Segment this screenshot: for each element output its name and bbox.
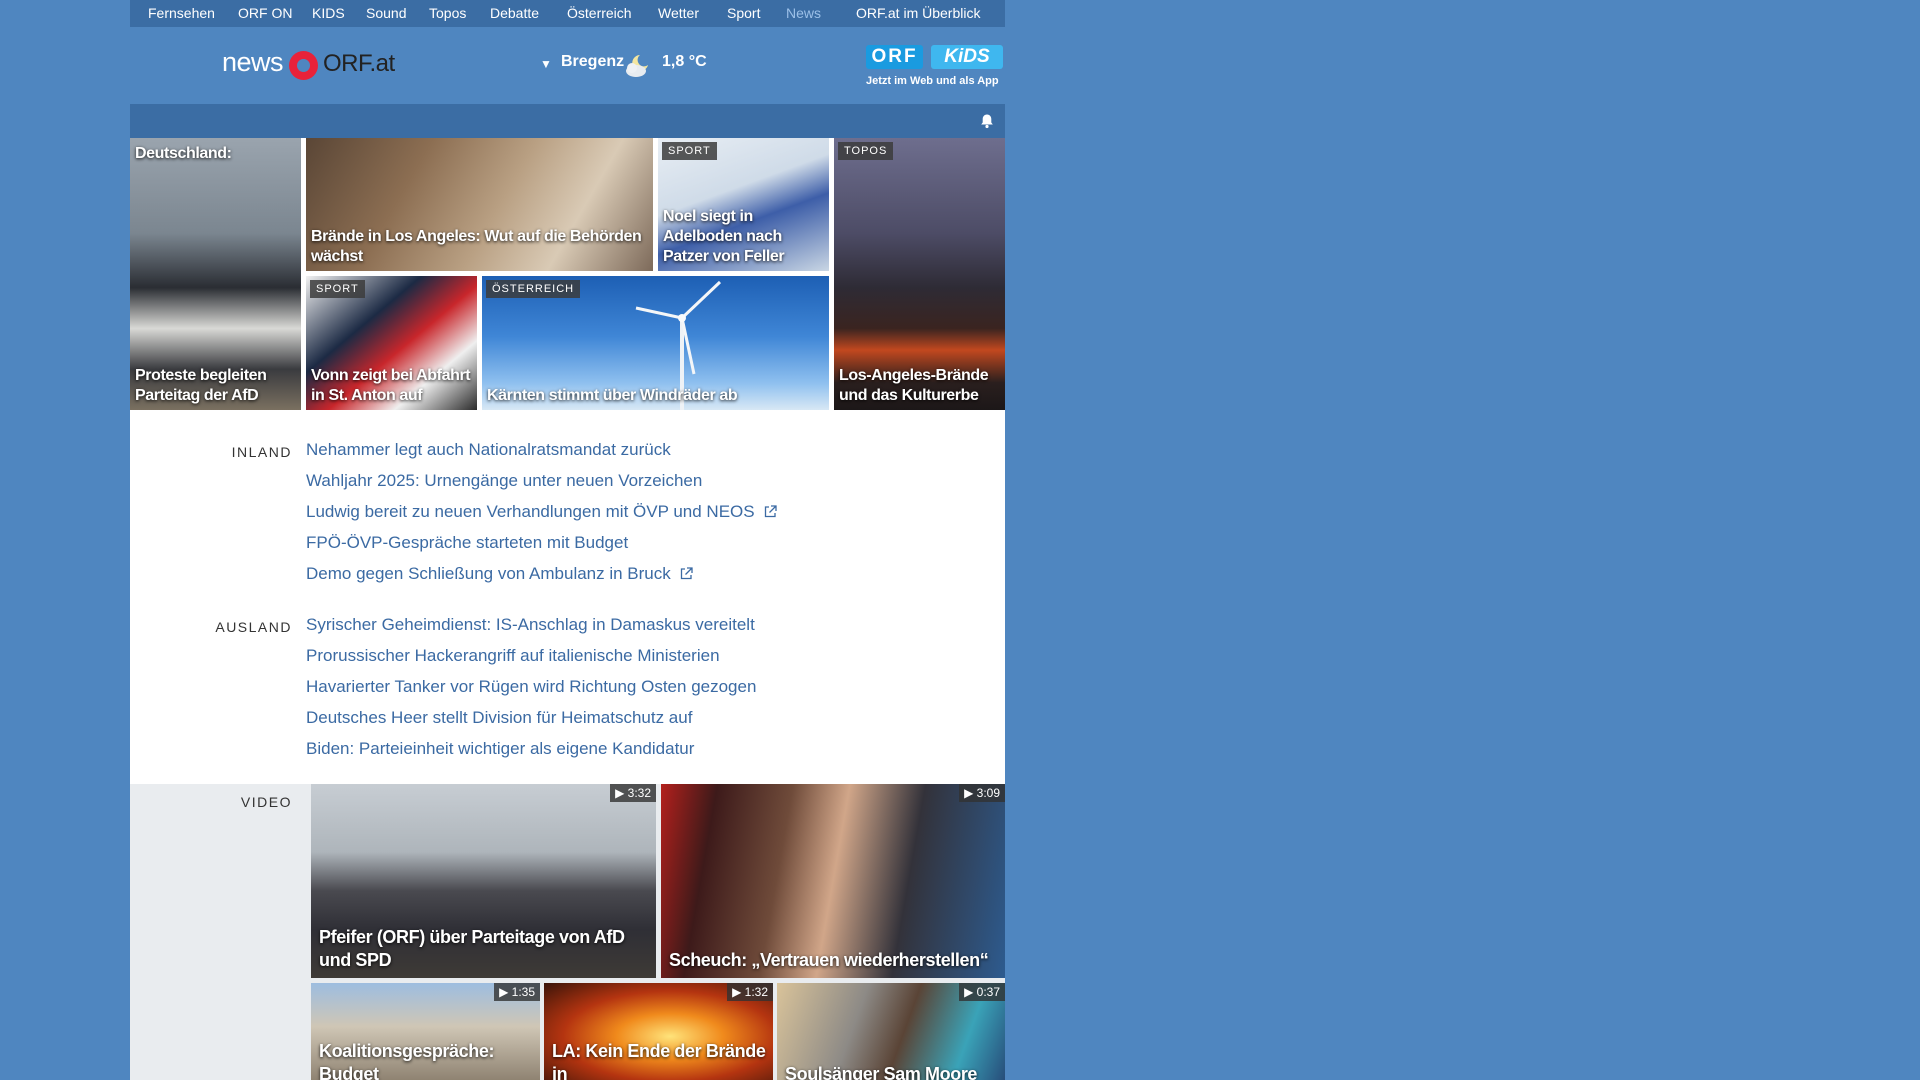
headline-link[interactable]: FPÖ-ÖVP-Gespräche starteten mit Budget	[306, 533, 628, 553]
headline-text[interactable]: Ludwig bereit zu neuen Verhandlungen mit…	[306, 502, 755, 521]
video-caption: LA: Kein Ende der Brände in	[552, 1041, 766, 1080]
headline-link[interactable]: Nehammer legt auch Nationalratsmandat zu…	[306, 440, 671, 460]
orf-kids-tagline[interactable]: Jetzt im Web und als App	[866, 75, 999, 87]
external-link-icon	[680, 567, 693, 580]
section-label-video: VIDEO	[240, 794, 292, 810]
nav-sound[interactable]: Sound	[366, 0, 406, 27]
nav-oesterreich[interactable]: Österreich	[567, 0, 632, 27]
nav-orf-on[interactable]: ORF ON	[238, 0, 292, 27]
story-tile-vonn-st-anton[interactable]: SPORT Vonn zeigt bei Abfahrt in St. Anto…	[306, 276, 477, 410]
story-tile-kicker: Deutschland:	[135, 145, 232, 162]
video-tile-koalition[interactable]: ▶ 1:35 Koalitionsgespräche: Budget	[311, 983, 540, 1080]
category-badge: ÖSTERREICH	[486, 280, 581, 298]
logo-news-text[interactable]: news	[222, 47, 284, 78]
video-duration: ▶ 3:09	[959, 784, 1005, 802]
category-badge: SPORT	[662, 142, 717, 160]
section-label-ausland: AUSLAND	[215, 619, 292, 635]
video-duration: ▶ 1:32	[727, 983, 773, 1001]
page: Fernsehen ORF ON KIDS Sound Topos Debatt…	[130, 0, 1005, 1080]
story-tile-caption: Noel siegt in Adelboden nach Patzer von …	[663, 208, 785, 265]
headline-link[interactable]: Syrischer Geheimdienst: IS-Anschlag in D…	[306, 615, 755, 635]
headline-text[interactable]: Demo gegen Schließung von Ambulanz in Br…	[306, 564, 671, 583]
story-tile-caption: Kärnten stimmt über Windräder ab	[487, 387, 738, 404]
headline-link[interactable]: Prorussischer Hackerangriff auf italieni…	[306, 646, 720, 666]
top-navigation: Fernsehen ORF ON KIDS Sound Topos Debatt…	[130, 0, 1005, 27]
notification-bar	[130, 104, 1005, 138]
video-tile-scheuch[interactable]: ▶ 3:09 Scheuch: „Vertrauen wiederherstel…	[661, 784, 1005, 978]
site-header: news ORF.at ▼ Bregenz 1,8 °C ORF KiDS Je…	[130, 27, 1005, 104]
video-caption: Koalitionsgespräche: Budget	[319, 1041, 495, 1080]
bell-icon[interactable]	[979, 113, 995, 129]
story-tile-caption: Proteste begleiten Parteitag der AfD	[135, 367, 267, 404]
nav-overview[interactable]: ORF.at im Überblick	[856, 0, 980, 27]
logo-orf-text[interactable]: ORF.at	[323, 50, 395, 78]
video-tile-la-fires[interactable]: ▶ 1:32 LA: Kein Ende der Brände in	[544, 983, 773, 1080]
orf-kids-logo-kids[interactable]: KiDS	[931, 45, 1003, 69]
video-tile-sam-moore[interactable]: ▶ 0:37 Soulsänger Sam Moore	[777, 983, 1005, 1080]
video-duration: ▶ 1:35	[494, 983, 540, 1001]
weather-temperature: 1,8 °C	[662, 53, 707, 70]
top-stories-grid: Deutschland: Proteste begleiten Parteita…	[130, 138, 1005, 410]
story-tile-caption: Vonn zeigt bei Abfahrt in St. Anton auf	[311, 367, 471, 404]
news-list: INLAND Nehammer legt auch Nationalratsma…	[130, 410, 1005, 784]
nav-kids[interactable]: KIDS	[312, 0, 345, 27]
headline-link[interactable]: Biden: Parteieinheit wichtiger als eigen…	[306, 739, 694, 759]
story-tile-caption: Brände in Los Angeles: Wut auf die Behör…	[311, 228, 642, 265]
video-caption: Soulsänger Sam Moore	[785, 1064, 978, 1080]
nav-topos[interactable]: Topos	[429, 0, 466, 27]
nav-debatte[interactable]: Debatte	[490, 0, 539, 27]
chevron-down-icon[interactable]: ▼	[540, 57, 552, 71]
story-tile-caption: Los-Angeles-Brände und das Kulturerbe	[839, 367, 989, 404]
nav-wetter[interactable]: Wetter	[658, 0, 699, 27]
video-caption: Pfeifer (ORF) über Parteitage von AfD un…	[319, 927, 625, 970]
weather-city[interactable]: Bregenz	[561, 53, 624, 71]
nav-fernsehen[interactable]: Fernsehen	[148, 0, 215, 27]
video-caption: Scheuch: „Vertrauen wiederherstellen“	[669, 950, 989, 970]
headline-link-external[interactable]: Demo gegen Schließung von Ambulanz in Br…	[306, 564, 693, 584]
nav-news[interactable]: News	[786, 0, 821, 27]
video-tile-pfeifer[interactable]: ▶ 3:32 Pfeifer (ORF) über Parteitage von…	[311, 784, 656, 978]
weather-moon-cloud-icon	[626, 55, 648, 77]
orf-eye-logo-icon[interactable]	[289, 51, 318, 80]
orf-kids-logo-orf[interactable]: ORF	[866, 45, 923, 69]
video-duration: ▶ 3:32	[610, 784, 656, 802]
nav-sport[interactable]: Sport	[727, 0, 760, 27]
category-badge: TOPOS	[838, 142, 894, 160]
story-tile-kaernten-windraeder[interactable]: ÖSTERREICH Kärnten stimmt über Windräder…	[482, 276, 829, 410]
category-badge: SPORT	[310, 280, 365, 298]
external-link-icon	[764, 505, 777, 518]
headline-link[interactable]: Deutsches Heer stellt Division für Heima…	[306, 708, 692, 728]
headline-link[interactable]: Wahljahr 2025: Urnengänge unter neuen Vo…	[306, 471, 702, 491]
story-tile-la-fires[interactable]: Brände in Los Angeles: Wut auf die Behör…	[306, 138, 653, 271]
story-tile-afd-protests[interactable]: Deutschland: Proteste begleiten Parteita…	[130, 138, 301, 410]
video-section: VIDEO ▶ 3:32 Pfeifer (ORF) über Parteita…	[130, 784, 1005, 1080]
story-tile-la-culture[interactable]: TOPOS Los-Angeles-Brände und das Kulture…	[834, 138, 1005, 410]
video-duration: ▶ 0:37	[959, 983, 1005, 1001]
headline-link-external[interactable]: Ludwig bereit zu neuen Verhandlungen mit…	[306, 502, 777, 522]
headline-link[interactable]: Havarierter Tanker vor Rügen wird Richtu…	[306, 677, 756, 697]
section-label-inland: INLAND	[231, 444, 292, 460]
story-tile-noel-adelboden[interactable]: SPORT Noel siegt in Adelboden nach Patze…	[658, 138, 829, 271]
